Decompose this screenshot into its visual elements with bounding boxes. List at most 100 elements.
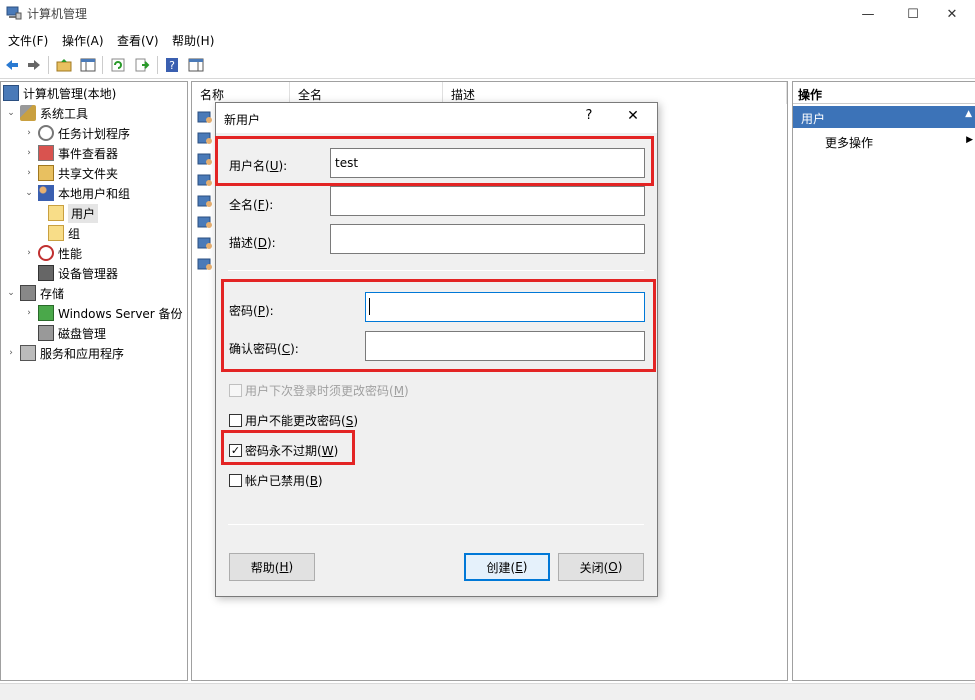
expand-icon[interactable]: › xyxy=(23,308,35,318)
expand-icon[interactable]: › xyxy=(23,148,35,158)
tree-storage[interactable]: ⌄ 存储 xyxy=(5,283,64,303)
show-hide-tree-button[interactable] xyxy=(78,55,98,75)
submenu-arrow-icon: ▶ xyxy=(966,135,973,145)
device-manager-icon xyxy=(38,265,54,281)
text-cursor xyxy=(369,298,370,315)
tree-windows-server-backup[interactable]: › Windows Server 备份 xyxy=(23,303,183,323)
tree-services-apps[interactable]: › 服务和应用程序 xyxy=(5,343,124,363)
checkbox-box[interactable] xyxy=(229,384,242,397)
column-fullname[interactable]: 全名 xyxy=(290,82,443,104)
user-icon[interactable] xyxy=(197,235,213,251)
show-hide-action-pane-button[interactable] xyxy=(186,55,206,75)
minimize-button[interactable]: — xyxy=(845,0,891,28)
clock-icon xyxy=(38,125,54,141)
expand-icon[interactable]: › xyxy=(23,168,35,178)
checkbox-password-never-expires[interactable]: ✓ 密码永不过期(W) xyxy=(229,442,338,459)
description-input[interactable] xyxy=(330,224,645,254)
computer-management-icon xyxy=(3,85,19,101)
separator xyxy=(228,524,644,525)
user-icon[interactable] xyxy=(197,172,213,188)
expand-icon[interactable]: › xyxy=(5,348,17,358)
tree-device-manager[interactable]: 设备管理器 xyxy=(35,263,118,283)
menu-action[interactable]: 操作(A) xyxy=(62,32,104,49)
collapse-arrow-icon[interactable]: ▲ xyxy=(965,109,972,119)
tree-system-tools[interactable]: ⌄ 系统工具 xyxy=(5,103,88,123)
export-list-button[interactable] xyxy=(132,55,152,75)
separator xyxy=(228,270,644,271)
menu-file[interactable]: 文件(F) xyxy=(8,32,48,49)
refresh-button[interactable] xyxy=(108,55,128,75)
tree-groups[interactable]: 组 xyxy=(45,223,80,243)
performance-icon xyxy=(38,245,54,261)
shared-folder-icon xyxy=(38,165,54,181)
password-input[interactable] xyxy=(365,292,645,322)
user-icon[interactable] xyxy=(197,214,213,230)
fullname-input[interactable] xyxy=(330,186,645,216)
folder-icon xyxy=(48,225,64,241)
checkbox-must-change-label: 用户下次登录时须更改密码(M) xyxy=(245,384,409,398)
user-icon[interactable] xyxy=(197,151,213,167)
menu-help[interactable]: 帮助(H) xyxy=(172,32,214,49)
collapse-icon[interactable]: ⌄ xyxy=(5,108,17,118)
window-title: 计算机管理 xyxy=(27,7,88,21)
column-name[interactable]: 名称 xyxy=(192,82,290,104)
console-tree: 计算机管理(本地) ⌄ 系统工具 › 任务计划程序 › 事件查看器 › 共享文件… xyxy=(0,81,188,681)
user-icon[interactable] xyxy=(197,256,213,272)
collapse-icon[interactable]: ⌄ xyxy=(23,188,35,198)
back-button[interactable] xyxy=(2,55,22,75)
help-toolbar-button[interactable]: ? xyxy=(162,55,182,75)
tree-users[interactable]: 用户 xyxy=(45,203,99,223)
username-input[interactable] xyxy=(330,148,645,178)
user-icon[interactable] xyxy=(197,130,213,146)
menu-view[interactable]: 查看(V) xyxy=(117,32,159,49)
checkbox-must-change-password[interactable]: 用户下次登录时须更改密码(M) xyxy=(229,382,409,399)
checkbox-box[interactable] xyxy=(229,414,242,427)
event-viewer-icon xyxy=(38,145,54,161)
expand-icon[interactable]: › xyxy=(23,128,35,138)
folder-up-icon xyxy=(56,59,72,72)
tools-icon xyxy=(20,105,36,121)
tree-disk-management[interactable]: 磁盘管理 xyxy=(35,323,106,343)
collapse-icon[interactable]: ⌄ xyxy=(5,288,17,298)
dialog-help-button[interactable]: ? xyxy=(576,108,602,128)
checkbox-never-expires-label: 密码永不过期(W) xyxy=(245,444,339,458)
actions-section-users[interactable]: 用户 ▲ xyxy=(793,106,975,128)
user-icon[interactable] xyxy=(197,193,213,209)
storage-icon xyxy=(20,285,36,301)
confirm-password-input[interactable] xyxy=(365,331,645,361)
tree-root[interactable]: 计算机管理(本地) xyxy=(3,83,116,103)
more-actions[interactable]: 更多操作 xyxy=(825,134,873,151)
help-button[interactable]: 帮助(H) xyxy=(229,553,315,581)
checkbox-box[interactable] xyxy=(229,474,242,487)
tree-local-users-groups[interactable]: ⌄ 本地用户和组 xyxy=(23,183,130,203)
close-window-button[interactable]: ✕ xyxy=(929,0,975,28)
tree-task-scheduler[interactable]: › 任务计划程序 xyxy=(23,123,130,143)
dialog-title: 新用户 xyxy=(224,113,261,127)
up-folder-button[interactable] xyxy=(54,55,74,75)
checkbox-account-disabled[interactable]: 帐户已禁用(B) xyxy=(229,472,323,489)
back-arrow-icon xyxy=(6,60,18,70)
user-icon[interactable] xyxy=(197,109,213,125)
disk-icon xyxy=(38,325,54,341)
dialog-title-bar: 新用户 ? ✕ xyxy=(216,103,657,133)
close-button[interactable]: 关闭(O) xyxy=(558,553,644,581)
checkbox-account-disabled-label: 帐户已禁用(B) xyxy=(245,474,323,488)
backup-icon xyxy=(38,305,54,321)
username-label: 用户名(U): xyxy=(229,159,288,173)
create-button[interactable]: 创建(E) xyxy=(464,553,550,581)
status-bar xyxy=(0,683,975,700)
expand-icon[interactable]: › xyxy=(23,248,35,258)
services-icon xyxy=(20,345,36,361)
checkmark-icon[interactable]: ✓ xyxy=(229,444,242,457)
forward-button[interactable] xyxy=(24,55,44,75)
tree-performance[interactable]: › 性能 xyxy=(23,243,82,263)
dialog-close-button[interactable]: ✕ xyxy=(620,108,646,128)
console-tree-icon xyxy=(80,58,96,72)
description-label: 描述(D): xyxy=(229,236,276,250)
checkbox-cannot-change-password[interactable]: 用户不能更改密码(S) xyxy=(229,412,358,429)
forward-arrow-icon xyxy=(28,60,40,70)
password-label: 密码(P): xyxy=(229,304,274,318)
column-description[interactable]: 描述 xyxy=(443,82,787,104)
tree-shared-folders[interactable]: › 共享文件夹 xyxy=(23,163,118,183)
tree-event-viewer[interactable]: › 事件查看器 xyxy=(23,143,118,163)
